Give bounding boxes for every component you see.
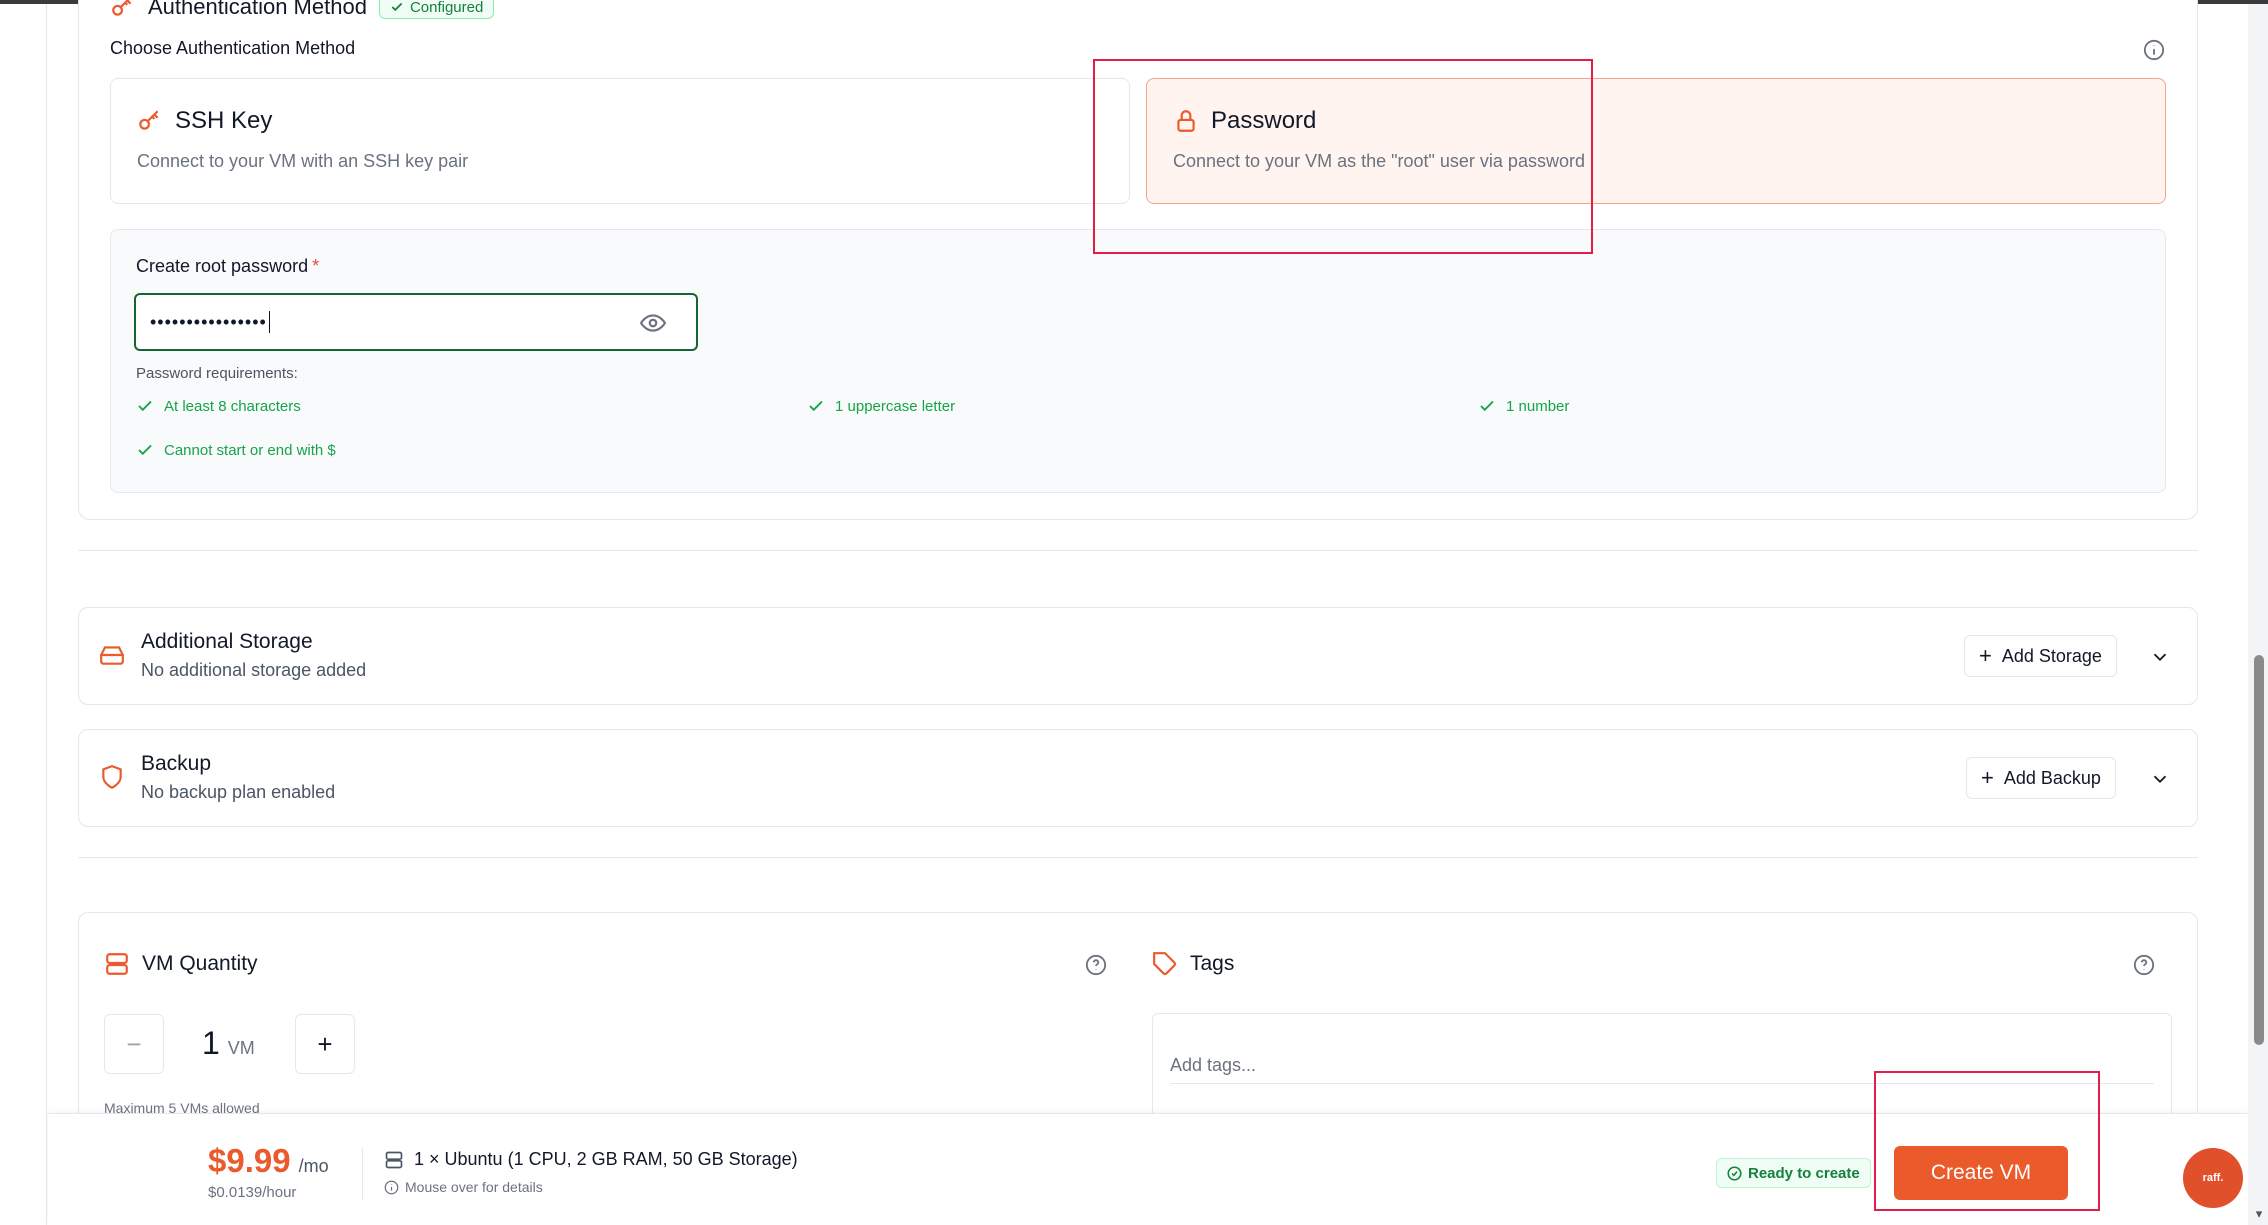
vm-quantity-title: VM Quantity	[142, 952, 258, 975]
choose-auth-label: Choose Authentication Method	[110, 38, 356, 58]
requirement-item: 1 uppercase letter	[807, 397, 955, 415]
chevron-down-icon[interactable]	[2149, 768, 2171, 790]
auth-option-ssh-key[interactable]: SSH Key Connect to your VM with an SSH k…	[110, 78, 1130, 204]
root-password-label-text: Create root password	[136, 256, 309, 276]
check-icon	[809, 400, 823, 412]
auth-option-desc: Connect to your VM with an SSH key pair	[137, 151, 469, 171]
add-backup-label: Add Backup	[2003, 767, 2101, 788]
hard-drive-icon	[100, 646, 124, 665]
backup-title: Backup	[141, 752, 212, 775]
increase-quantity-button[interactable]: +	[295, 1014, 355, 1074]
add-storage-label: Add Storage	[2001, 645, 2102, 666]
help-icon[interactable]	[1085, 954, 1107, 976]
key-icon	[139, 110, 159, 130]
chevron-down-icon[interactable]	[2149, 646, 2171, 668]
storage-subtitle: No additional storage added	[141, 660, 367, 680]
hover-hint-text: Mouse over for details	[405, 1179, 543, 1195]
info-icon[interactable]	[2143, 39, 2165, 61]
eye-icon[interactable]	[640, 310, 666, 336]
vm-spec-text: 1 × Ubuntu (1 CPU, 2 GB RAM, 50 GB Stora…	[414, 1149, 798, 1169]
chat-fab-button[interactable]: raff.	[2183, 1148, 2243, 1208]
tags-header: Tags	[1152, 951, 1234, 977]
tags-title: Tags	[1190, 952, 1235, 975]
key-icon	[112, 0, 132, 16]
password-value: ••••••••••••••••	[150, 311, 267, 332]
requirement-text: 1 uppercase letter	[835, 397, 956, 415]
check-icon	[1480, 400, 1494, 412]
configured-badge-label: Configured	[409, 0, 484, 16]
quantity-value: 1 VM	[202, 1025, 255, 1062]
fab-logo-text: raff.	[2202, 1172, 2224, 1184]
vm-quantity-header: VM Quantity	[104, 951, 258, 977]
backup-subtitle: No backup plan enabled	[141, 782, 336, 802]
root-password-input[interactable]: ••••••••••••••••	[134, 293, 698, 351]
ready-status-text: Ready to create	[1748, 1164, 1860, 1182]
auth-section-header: Authentication Method Configured	[110, 0, 495, 20]
requirement-text: At least 8 characters	[164, 397, 301, 415]
plus-icon: +	[1981, 765, 1994, 790]
section-divider	[78, 857, 2198, 858]
check-icon	[391, 2, 403, 12]
footer-divider	[362, 1148, 363, 1200]
quantity-number: 1	[202, 1025, 220, 1061]
add-storage-button[interactable]: + Add Storage	[1964, 635, 2117, 677]
server-icon	[106, 953, 128, 975]
scrollbar-thumb[interactable]	[2254, 655, 2264, 1045]
hourly-price: $0.0139/hour	[208, 1184, 297, 1201]
check-circle-icon	[1727, 1165, 1742, 1181]
left-border	[46, 4, 47, 1225]
auth-section-title: Authentication Method	[148, 0, 367, 19]
help-icon[interactable]	[2133, 954, 2155, 976]
requirement-text: 1 number	[1506, 397, 1570, 415]
quantity-unit: VM	[227, 1038, 255, 1058]
requirement-item: Cannot start or end with $	[136, 441, 336, 459]
price-period: /mo	[298, 1156, 329, 1176]
auth-option-name: SSH Key	[175, 107, 273, 134]
vm-spec-summary[interactable]: 1 × Ubuntu (1 CPU, 2 GB RAM, 50 GB Stora…	[384, 1149, 798, 1170]
check-icon	[138, 444, 152, 456]
decrease-quantity-button[interactable]: −	[104, 1014, 164, 1074]
storage-title: Additional Storage	[141, 630, 313, 653]
requirement-item: At least 8 characters	[136, 397, 301, 415]
requirement-item: 1 number	[1478, 397, 1569, 415]
info-icon	[384, 1180, 399, 1194]
requirement-text: Cannot start or end with $	[164, 441, 336, 459]
server-icon	[385, 1151, 403, 1168]
backup-section[interactable]: Backup No backup plan enabled + Add Back…	[78, 729, 2198, 827]
tag-icon	[1153, 952, 1176, 975]
plus-icon: +	[1979, 643, 1992, 668]
highlight-box	[1093, 59, 1593, 254]
section-divider	[78, 550, 2198, 551]
monthly-price: $9.99 /mo	[208, 1142, 329, 1180]
check-icon	[138, 400, 152, 412]
hover-hint: Mouse over for details	[384, 1179, 543, 1195]
add-backup-button[interactable]: + Add Backup	[1966, 757, 2116, 799]
required-mark: *	[312, 256, 320, 276]
password-requirements-title: Password requirements:	[136, 365, 298, 382]
highlight-box	[1874, 1071, 2100, 1211]
configured-badge: Configured	[378, 0, 495, 19]
password-panel	[110, 229, 2166, 493]
price-amount: $9.99	[208, 1142, 291, 1179]
root-password-label: Create root password *	[136, 256, 319, 277]
additional-storage-section[interactable]: Additional Storage No additional storage…	[78, 607, 2198, 705]
text-caret	[268, 311, 270, 333]
shield-icon	[102, 765, 122, 790]
scroll-down-arrow-icon[interactable]: ▾	[2252, 1207, 2266, 1221]
ready-status-badge: Ready to create	[1716, 1158, 1871, 1188]
